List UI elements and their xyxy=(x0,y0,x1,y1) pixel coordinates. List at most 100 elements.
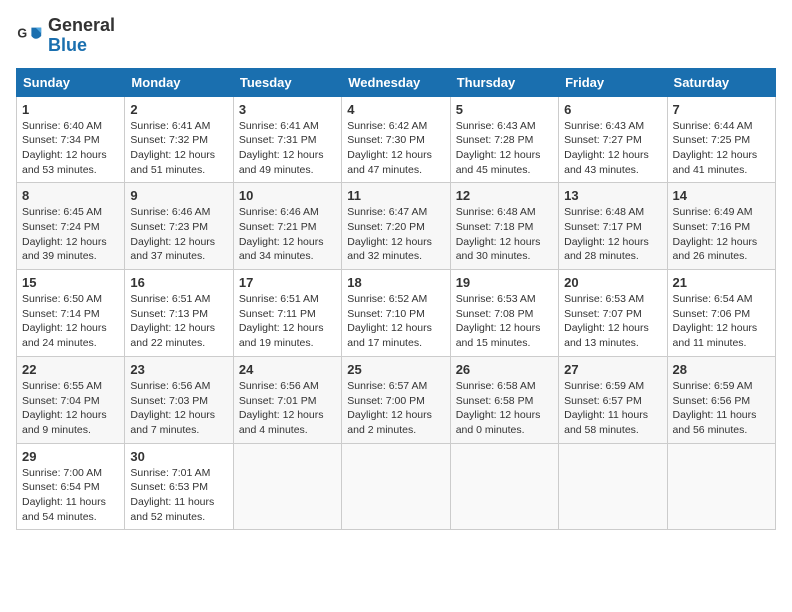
calendar-cell xyxy=(342,443,450,530)
day-number: 16 xyxy=(130,275,227,290)
day-number: 8 xyxy=(22,188,119,203)
day-info: Sunrise: 6:43 AMSunset: 7:28 PMDaylight:… xyxy=(456,119,553,178)
day-info: Sunrise: 6:45 AMSunset: 7:24 PMDaylight:… xyxy=(22,205,119,264)
day-number: 22 xyxy=(22,362,119,377)
day-number: 12 xyxy=(456,188,553,203)
svg-text:G: G xyxy=(17,26,27,40)
day-number: 30 xyxy=(130,449,227,464)
day-info: Sunrise: 6:55 AMSunset: 7:04 PMDaylight:… xyxy=(22,379,119,438)
calendar-cell: 6 Sunrise: 6:43 AMSunset: 7:27 PMDaylight… xyxy=(559,96,667,183)
day-info: Sunrise: 6:56 AMSunset: 7:03 PMDaylight:… xyxy=(130,379,227,438)
day-number: 26 xyxy=(456,362,553,377)
day-info: Sunrise: 6:46 AMSunset: 7:21 PMDaylight:… xyxy=(239,205,336,264)
calendar-cell: 13 Sunrise: 6:48 AMSunset: 7:17 PMDayligh… xyxy=(559,183,667,270)
calendar-cell: 21 Sunrise: 6:54 AMSunset: 7:06 PMDayligh… xyxy=(667,270,775,357)
calendar-cell: 4 Sunrise: 6:42 AMSunset: 7:30 PMDaylight… xyxy=(342,96,450,183)
weekday-header: Monday xyxy=(125,68,233,96)
day-number: 4 xyxy=(347,102,444,117)
calendar-cell: 12 Sunrise: 6:48 AMSunset: 7:18 PMDayligh… xyxy=(450,183,558,270)
logo-icon: G xyxy=(16,22,44,50)
day-number: 13 xyxy=(564,188,661,203)
day-info: Sunrise: 6:59 AMSunset: 6:56 PMDaylight:… xyxy=(673,379,770,438)
calendar-week-row: 15Sunrise: 6:50 AMSunset: 7:14 PMDayligh… xyxy=(17,270,776,357)
day-number: 21 xyxy=(673,275,770,290)
calendar-cell: 20Sunrise: 6:53 AMSunset: 7:07 PMDayligh… xyxy=(559,270,667,357)
calendar-cell: 5Sunrise: 6:43 AMSunset: 7:28 PMDaylight… xyxy=(450,96,558,183)
calendar-cell xyxy=(233,443,341,530)
day-info: Sunrise: 6:48 AMSunset: 7:18 PMDaylight:… xyxy=(456,205,553,264)
day-info: Sunrise: 6:41 AMSunset: 7:32 PMDaylight:… xyxy=(130,119,227,178)
calendar-week-row: 22 Sunrise: 6:55 AMSunset: 7:04 PMDayligh… xyxy=(17,356,776,443)
calendar-cell: 8 Sunrise: 6:45 AMSunset: 7:24 PMDaylight… xyxy=(17,183,125,270)
calendar-cell: 23 Sunrise: 6:56 AMSunset: 7:03 PMDayligh… xyxy=(125,356,233,443)
calendar-cell: 11 Sunrise: 6:47 AMSunset: 7:20 PMDayligh… xyxy=(342,183,450,270)
calendar-cell xyxy=(667,443,775,530)
calendar-cell: 15Sunrise: 6:50 AMSunset: 7:14 PMDayligh… xyxy=(17,270,125,357)
weekday-header: Saturday xyxy=(667,68,775,96)
day-info: Sunrise: 6:43 AMSunset: 7:27 PMDaylight:… xyxy=(564,119,661,178)
calendar-cell: 29 Sunrise: 7:00 AMSunset: 6:54 PMDayligh… xyxy=(17,443,125,530)
day-info: Sunrise: 6:53 AMSunset: 7:08 PMDaylight:… xyxy=(456,292,553,351)
weekday-header: Sunday xyxy=(17,68,125,96)
calendar-cell xyxy=(559,443,667,530)
weekday-header-row: SundayMondayTuesdayWednesdayThursdayFrid… xyxy=(17,68,776,96)
day-info: Sunrise: 6:52 AMSunset: 7:10 PMDaylight:… xyxy=(347,292,444,351)
logo: G GeneralBlue xyxy=(16,16,115,56)
calendar: SundayMondayTuesdayWednesdayThursdayFrid… xyxy=(16,68,776,531)
calendar-cell: 2 Sunrise: 6:41 AMSunset: 7:32 PMDaylight… xyxy=(125,96,233,183)
day-info: Sunrise: 6:44 AMSunset: 7:25 PMDaylight:… xyxy=(673,119,770,178)
day-number: 14 xyxy=(673,188,770,203)
day-info: Sunrise: 6:59 AMSunset: 6:57 PMDaylight:… xyxy=(564,379,661,438)
weekday-header: Thursday xyxy=(450,68,558,96)
day-info: Sunrise: 7:01 AMSunset: 6:53 PMDaylight:… xyxy=(130,466,227,525)
calendar-cell: 7 Sunrise: 6:44 AMSunset: 7:25 PMDaylight… xyxy=(667,96,775,183)
weekday-header: Friday xyxy=(559,68,667,96)
day-number: 25 xyxy=(347,362,444,377)
weekday-header: Wednesday xyxy=(342,68,450,96)
calendar-cell: 27 Sunrise: 6:59 AMSunset: 6:57 PMDayligh… xyxy=(559,356,667,443)
calendar-cell: 24Sunrise: 6:56 AMSunset: 7:01 PMDayligh… xyxy=(233,356,341,443)
day-number: 27 xyxy=(564,362,661,377)
calendar-cell: 18Sunrise: 6:52 AMSunset: 7:10 PMDayligh… xyxy=(342,270,450,357)
day-number: 1 xyxy=(22,102,119,117)
day-info: Sunrise: 6:40 AMSunset: 7:34 PMDaylight:… xyxy=(22,119,119,178)
day-number: 7 xyxy=(673,102,770,117)
day-number: 3 xyxy=(239,102,336,117)
day-number: 29 xyxy=(22,449,119,464)
day-info: Sunrise: 6:51 AMSunset: 7:11 PMDaylight:… xyxy=(239,292,336,351)
calendar-cell: 10Sunrise: 6:46 AMSunset: 7:21 PMDayligh… xyxy=(233,183,341,270)
day-info: Sunrise: 6:46 AMSunset: 7:23 PMDaylight:… xyxy=(130,205,227,264)
day-info: Sunrise: 6:56 AMSunset: 7:01 PMDaylight:… xyxy=(239,379,336,438)
day-info: Sunrise: 6:47 AMSunset: 7:20 PMDaylight:… xyxy=(347,205,444,264)
calendar-cell: 19 Sunrise: 6:53 AMSunset: 7:08 PMDayligh… xyxy=(450,270,558,357)
calendar-cell: 26 Sunrise: 6:58 AMSunset: 6:58 PMDayligh… xyxy=(450,356,558,443)
day-info: Sunrise: 7:00 AMSunset: 6:54 PMDaylight:… xyxy=(22,466,119,525)
calendar-cell: 25Sunrise: 6:57 AMSunset: 7:00 PMDayligh… xyxy=(342,356,450,443)
calendar-cell: 17 Sunrise: 6:51 AMSunset: 7:11 PMDayligh… xyxy=(233,270,341,357)
day-info: Sunrise: 6:51 AMSunset: 7:13 PMDaylight:… xyxy=(130,292,227,351)
day-number: 28 xyxy=(673,362,770,377)
day-number: 23 xyxy=(130,362,227,377)
day-info: Sunrise: 6:42 AMSunset: 7:30 PMDaylight:… xyxy=(347,119,444,178)
day-number: 17 xyxy=(239,275,336,290)
day-number: 11 xyxy=(347,188,444,203)
day-number: 15 xyxy=(22,275,119,290)
day-info: Sunrise: 6:41 AMSunset: 7:31 PMDaylight:… xyxy=(239,119,336,178)
calendar-cell: 1 Sunrise: 6:40 AMSunset: 7:34 PMDaylight… xyxy=(17,96,125,183)
calendar-cell: 14 Sunrise: 6:49 AMSunset: 7:16 PMDayligh… xyxy=(667,183,775,270)
day-number: 6 xyxy=(564,102,661,117)
day-number: 2 xyxy=(130,102,227,117)
page-header: G GeneralBlue xyxy=(16,16,776,56)
calendar-cell: 28 Sunrise: 6:59 AMSunset: 6:56 PMDayligh… xyxy=(667,356,775,443)
calendar-week-row: 1 Sunrise: 6:40 AMSunset: 7:34 PMDaylight… xyxy=(17,96,776,183)
day-info: Sunrise: 6:54 AMSunset: 7:06 PMDaylight:… xyxy=(673,292,770,351)
day-info: Sunrise: 6:58 AMSunset: 6:58 PMDaylight:… xyxy=(456,379,553,438)
calendar-cell: 22 Sunrise: 6:55 AMSunset: 7:04 PMDayligh… xyxy=(17,356,125,443)
day-info: Sunrise: 6:48 AMSunset: 7:17 PMDaylight:… xyxy=(564,205,661,264)
day-info: Sunrise: 6:53 AMSunset: 7:07 PMDaylight:… xyxy=(564,292,661,351)
day-info: Sunrise: 6:49 AMSunset: 7:16 PMDaylight:… xyxy=(673,205,770,264)
day-number: 9 xyxy=(130,188,227,203)
day-number: 19 xyxy=(456,275,553,290)
calendar-cell: 3 Sunrise: 6:41 AMSunset: 7:31 PMDaylight… xyxy=(233,96,341,183)
calendar-cell xyxy=(450,443,558,530)
